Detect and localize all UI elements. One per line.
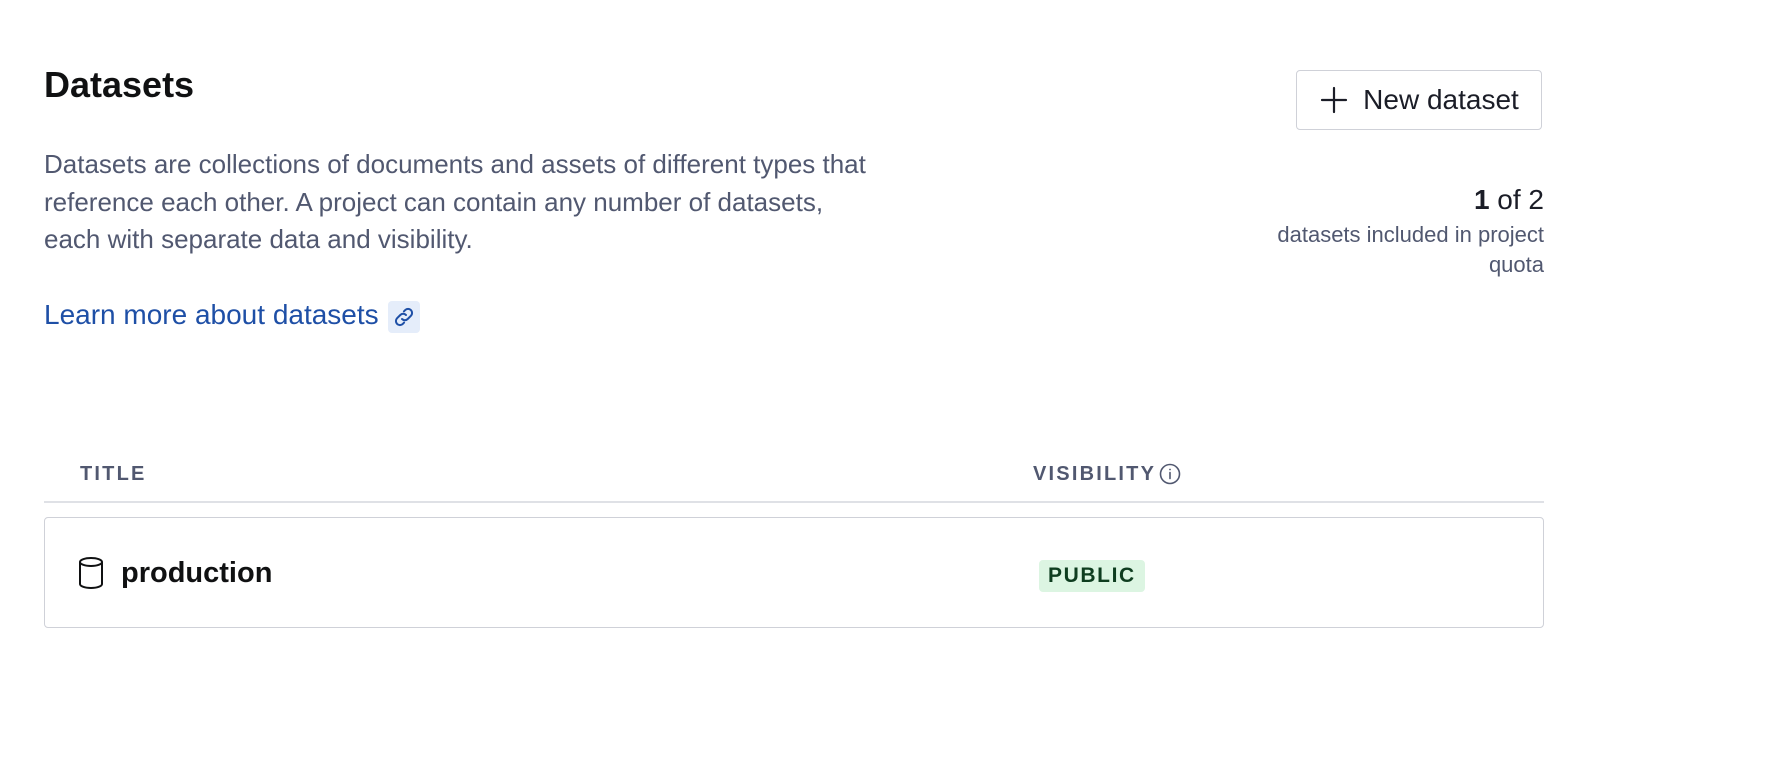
database-icon [77,556,105,590]
info-icon[interactable] [1159,463,1181,485]
quota-label: datasets included in project quota [1277,222,1544,277]
column-header-title-label: TITLE [80,463,147,485]
new-dataset-button[interactable]: New dataset [1296,70,1542,130]
table-header-divider [44,501,1544,503]
quota-info: 1 of 2 datasets included in project quot… [1244,183,1544,280]
quota-count: 1 of 2 [1244,183,1544,217]
new-dataset-label: New dataset [1363,84,1519,115]
table-row[interactable]: production PUBLIC [44,517,1544,628]
plus-icon [1319,85,1349,115]
visibility-badge: PUBLIC [1039,560,1145,592]
page-description: Datasets are collections of documents an… [44,149,866,254]
quota-used: 1 [1473,184,1490,215]
learn-more-link[interactable]: Learn more about datasets [44,297,420,333]
column-header-visibility-label: VISIBILITY [1033,463,1157,485]
column-header-title: TITLE [80,462,147,486]
quota-total: of 2 [1497,184,1544,215]
link-icon [387,300,420,333]
page-title: Datasets [44,64,195,105]
dataset-title: production [77,555,272,591]
dataset-name[interactable]: production [121,555,272,591]
learn-more-label: Learn more about datasets [44,299,379,330]
column-header-visibility: VISIBILITY [1033,462,1181,486]
